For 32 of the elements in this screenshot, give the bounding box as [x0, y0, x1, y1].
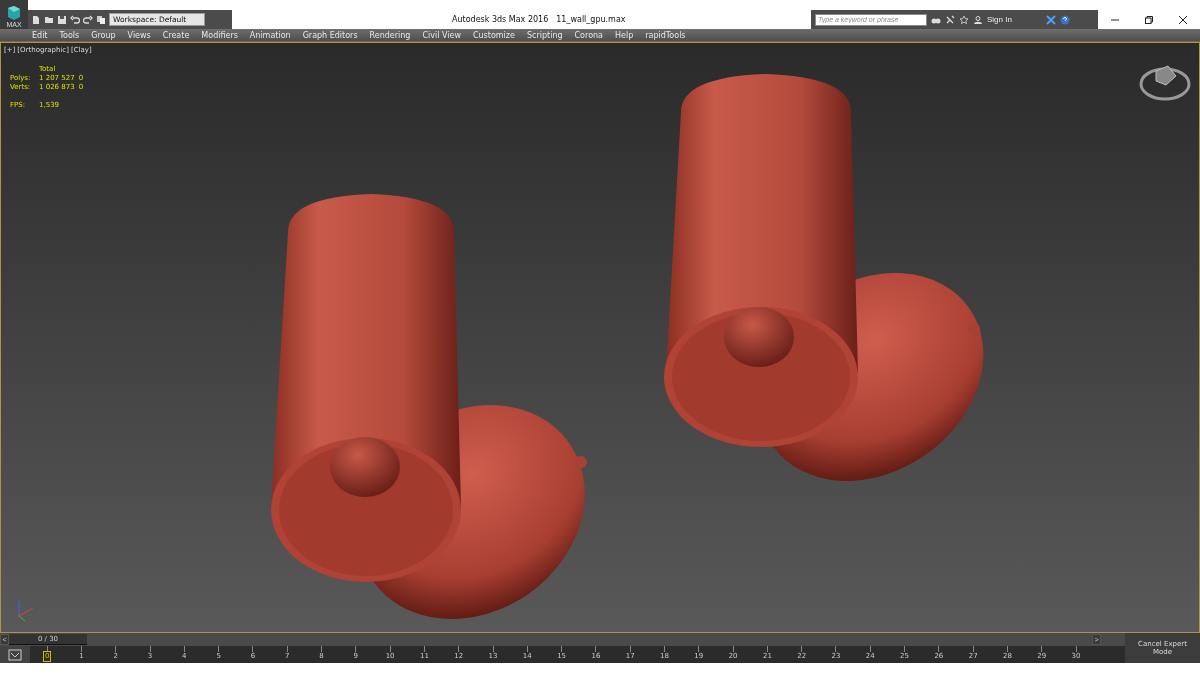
redo-icon[interactable]: [83, 14, 93, 25]
menu-item[interactable]: Animation: [243, 30, 297, 40]
curve-editor-icon[interactable]: [8, 648, 22, 661]
help-icon[interactable]: [1059, 14, 1070, 25]
menu-item[interactable]: Customize: [466, 30, 521, 40]
menu-item[interactable]: Modifiers: [195, 30, 244, 40]
menu-item[interactable]: Tools: [53, 30, 86, 40]
user-icon[interactable]: [973, 14, 983, 25]
menu-item[interactable]: Rendering: [363, 30, 417, 40]
new-file-icon[interactable]: [31, 14, 41, 25]
menu-item[interactable]: Group: [85, 30, 122, 40]
menu-item[interactable]: Civil View: [416, 30, 467, 40]
undo-icon[interactable]: [70, 14, 80, 25]
menu-item[interactable]: Graph Editors: [296, 30, 364, 40]
menu-item[interactable]: Views: [121, 30, 157, 40]
file-name: 11_wall_gpu.max: [556, 15, 626, 24]
menu-item[interactable]: rapidTools: [639, 30, 692, 40]
menu-item[interactable]: Scripting: [520, 30, 569, 40]
folder-icon[interactable]: [44, 14, 54, 25]
project-folder-icon[interactable]: [96, 14, 106, 25]
menu-item[interactable]: Corona: [568, 30, 609, 40]
menu-item[interactable]: Edit: [26, 30, 54, 40]
save-icon[interactable]: [57, 14, 67, 25]
sign-in-button[interactable]: Sign In: [987, 15, 1012, 24]
restore-icon[interactable]: [1144, 14, 1154, 25]
star-icon[interactable]: [959, 14, 969, 25]
menu-item[interactable]: Create: [156, 30, 196, 40]
cube-logo-icon: [5, 5, 23, 21]
exchange-icon[interactable]: [1045, 14, 1056, 25]
app-title: Autodesk 3ds Max 2016: [452, 15, 549, 24]
menu-item[interactable]: Help: [609, 30, 640, 40]
close-icon[interactable]: [1178, 14, 1188, 25]
